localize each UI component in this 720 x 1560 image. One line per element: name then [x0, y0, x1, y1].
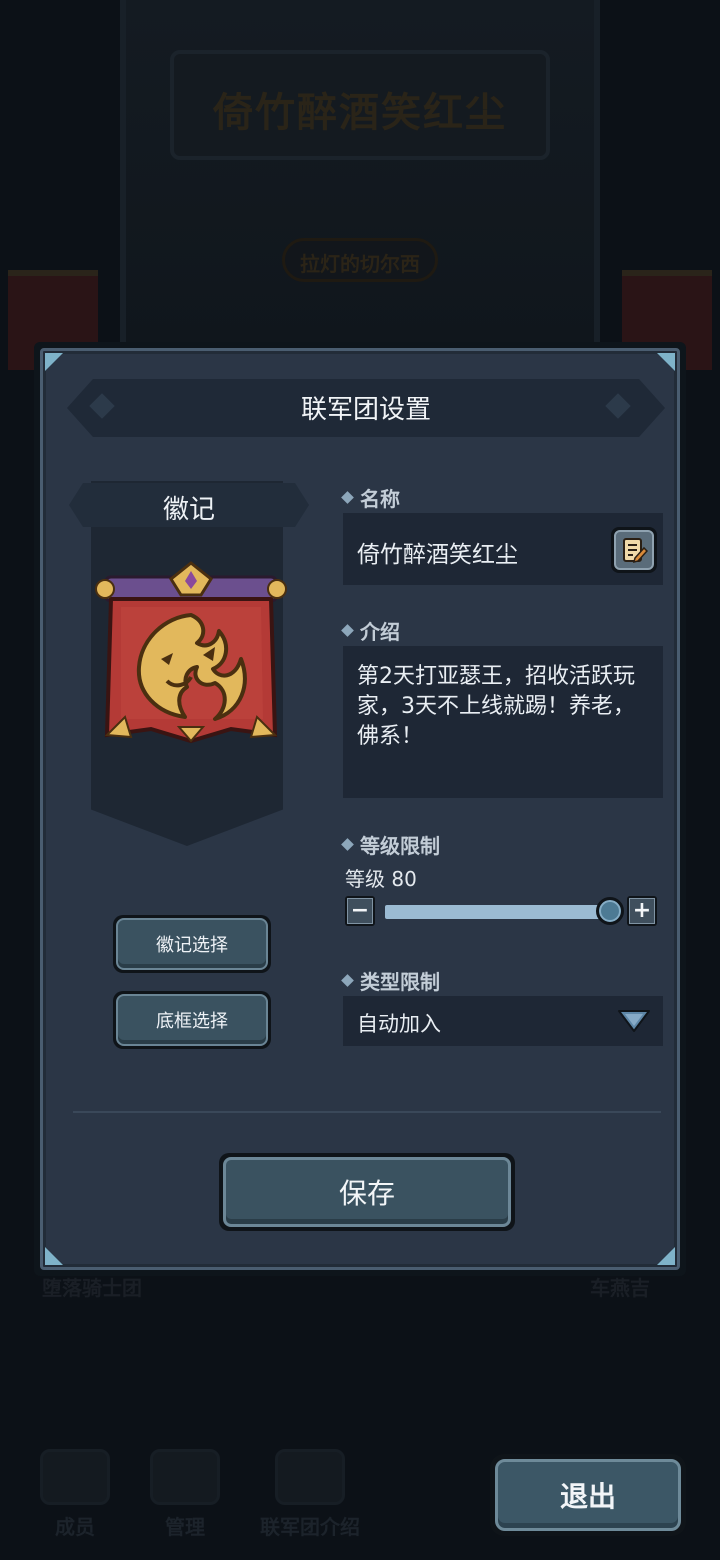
level-section-label: 等级限制 [341, 830, 440, 859]
diamond-bullet-icon [341, 491, 354, 504]
intro-textarea[interactable]: 第2天打亚瑟王，招收活跃玩家，3天不上线就踢！养老，佛系！ [343, 646, 663, 798]
corner-ornament [45, 1247, 63, 1265]
level-slider-fill [385, 905, 611, 919]
level-decrease-button[interactable]: − [345, 896, 375, 926]
level-label: 等级限制 [360, 834, 440, 858]
plus-icon: + [629, 898, 655, 924]
nav-label-intro: 联军团介绍 [260, 1515, 360, 1539]
diamond-bullet-icon [341, 838, 354, 851]
intro-section-label: 介绍 [341, 616, 400, 645]
minus-icon: − [347, 898, 373, 924]
modal-frame: 联军团设置 徽记 徽记选择 底框选择 名称 倚竹醉酒笑红尘 介绍 第2天打亚瑟王… [40, 348, 680, 1270]
exit-button[interactable]: 退出 [490, 1454, 686, 1536]
type-section-label: 类型限制 [341, 966, 440, 995]
nav-item-manage: 管理 [150, 1449, 220, 1540]
emblem-select-button[interactable]: 徽记选择 [113, 915, 271, 973]
frame-select-label: 底框选择 [116, 994, 268, 1046]
level-increase-button[interactable]: + [627, 896, 657, 926]
intro-value: 第2天打亚瑟王，招收活跃玩家，3天不上线就踢！养老，佛系！ [357, 664, 635, 749]
background-subtitle: 拉灯的切尔西 [300, 252, 420, 276]
background-bottom-nav: 成员 管理 联军团介绍 [40, 1440, 360, 1540]
name-label: 名称 [360, 487, 400, 511]
name-value: 倚竹醉酒笑红尘 [357, 542, 518, 568]
corner-ornament [45, 353, 63, 371]
edit-icon [614, 530, 654, 570]
corner-ornament [657, 1247, 675, 1265]
save-button[interactable]: 保存 [219, 1153, 515, 1231]
background-name-right: 车燕吉 [590, 1276, 650, 1300]
emblem-select-label: 徽记选择 [116, 918, 268, 970]
name-section-label: 名称 [341, 483, 400, 512]
emblem-label: 徽记 [162, 495, 215, 525]
members-icon [40, 1449, 110, 1505]
diamond-bullet-icon [341, 624, 354, 637]
dropdown-arrow-icon [617, 1008, 651, 1034]
guild-emblem-flag [91, 559, 291, 759]
diamond-bullet-icon [341, 974, 354, 987]
background-name-left: 堕落骑士团 [42, 1276, 142, 1300]
corner-ornament [657, 353, 675, 371]
legion-settings-modal: 联军团设置 徽记 徽记选择 底框选择 名称 倚竹醉酒笑红尘 介绍 第2天打亚瑟王… [34, 342, 686, 1276]
nav-label-manage: 管理 [165, 1515, 205, 1539]
save-label: 保存 [223, 1157, 511, 1227]
type-dropdown[interactable]: 自动加入 [343, 996, 663, 1046]
intro-label: 介绍 [360, 620, 400, 644]
modal-divider [73, 1111, 661, 1113]
frame-select-button[interactable]: 底框选择 [113, 991, 271, 1049]
level-slider-track[interactable] [385, 897, 625, 925]
level-slider-handle[interactable] [596, 897, 625, 925]
intro-icon [275, 1449, 345, 1505]
type-selected-value: 自动加入 [357, 1012, 441, 1036]
nav-item-members: 成员 [40, 1449, 110, 1540]
exit-label: 退出 [495, 1459, 681, 1531]
edit-name-button[interactable] [611, 527, 657, 573]
type-label: 类型限制 [360, 970, 440, 994]
modal-title: 联军团设置 [300, 395, 431, 425]
nav-item-intro: 联军团介绍 [260, 1449, 360, 1540]
level-value-text: 等级 80 [345, 867, 417, 891]
nav-label-members: 成员 [55, 1515, 95, 1539]
name-field: 倚竹醉酒笑红尘 [343, 513, 663, 585]
background-guild-title: 倚竹醉酒笑红尘 [213, 90, 507, 136]
manage-icon [150, 1449, 220, 1505]
